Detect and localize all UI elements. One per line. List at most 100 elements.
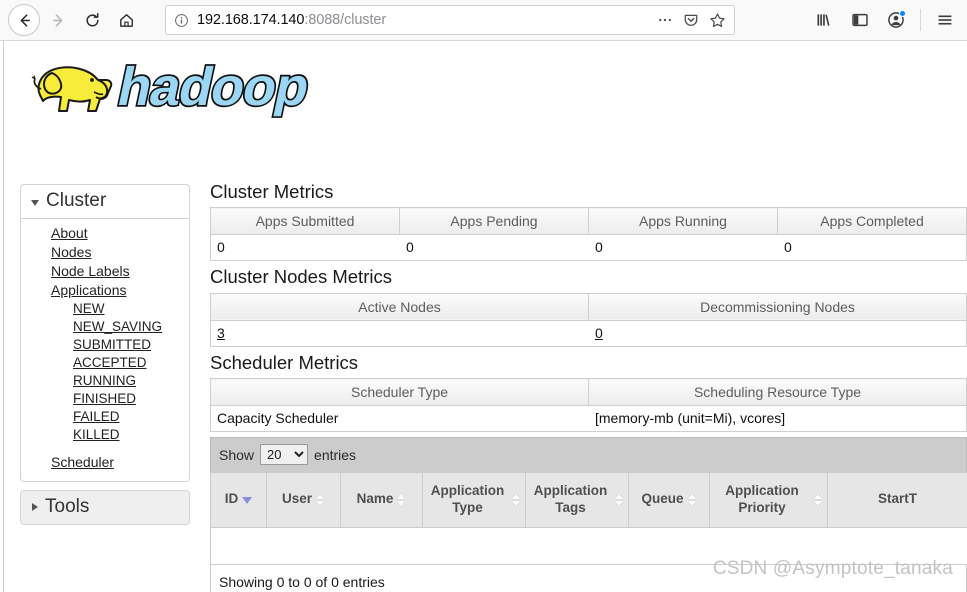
sidebar-item-finished[interactable]: FINISHED (21, 389, 189, 407)
link-active-nodes[interactable]: 3 (217, 325, 225, 341)
sidebar-panel-cluster: Cluster About Nodes Node Labels Applicat… (20, 184, 190, 482)
col-scheduler-type: Scheduler Type (210, 378, 589, 407)
forward-button[interactable] (42, 4, 74, 36)
value-scheduling-resource-type: [memory-mb (unit=Mi), vcores] (588, 405, 967, 433)
url-text[interactable]: 192.168.174.140:8088/cluster (197, 12, 651, 28)
site-info-icon[interactable] (174, 13, 189, 28)
applications-table-toolbar: Show 20406080100 entries (210, 437, 967, 473)
sidebar-item-new[interactable]: NEW (21, 299, 189, 317)
back-button[interactable] (8, 4, 40, 36)
sort-both-icon (397, 493, 406, 507)
sidebar-item-nodes[interactable]: Nodes (21, 242, 189, 261)
pocket-icon[interactable] (683, 12, 699, 28)
page-actions-icon[interactable] (657, 12, 673, 28)
col-id-label: ID (224, 491, 239, 507)
watermark: CSDN @Asymptote_tanaka (712, 558, 953, 579)
sidebar-item-scheduler[interactable]: Scheduler (21, 452, 189, 471)
toolbar-divider (920, 9, 921, 31)
cell-active-nodes: 3 (210, 320, 589, 347)
page-viewport: hadoop Cluster About Nodes Node Labels A… (0, 41, 967, 592)
col-apps-pending: Apps Pending (399, 207, 589, 236)
sidebar-toggle-icon[interactable] (844, 4, 876, 36)
col-queue[interactable]: Queue (628, 472, 710, 528)
browser-toolbar: 192.168.174.140:8088/cluster (0, 0, 967, 41)
col-start-time-label: StartT (877, 491, 917, 507)
sort-both-icon (512, 493, 521, 507)
sidebar-item-killed[interactable]: KILLED (21, 425, 189, 443)
cluster-nodes-metrics-title: Cluster Nodes Metrics (210, 266, 392, 288)
table-header-row: Active Nodes Decommissioning Nodes (210, 292, 967, 321)
col-decommissioning-nodes: Decommissioning Nodes (588, 292, 967, 321)
navigation-buttons (8, 4, 142, 36)
sidebar-item-running[interactable]: RUNNING (21, 371, 189, 389)
table-header-row: Scheduler Type Scheduling Resource Type (210, 378, 967, 407)
hadoop-wordmark: hadoop (111, 55, 316, 119)
sidebar-tools-header[interactable]: Tools (21, 491, 189, 524)
value-apps-submitted: 0 (210, 234, 400, 262)
sidebar-item-node-labels[interactable]: Node Labels (21, 261, 189, 280)
scheduler-metrics-title: Scheduler Metrics (210, 351, 359, 373)
back-arrow-icon (16, 12, 33, 29)
col-application-type-label: Application Type (430, 483, 505, 515)
sidebar-item-failed[interactable]: FAILED (21, 407, 189, 425)
bookmark-star-icon[interactable] (709, 12, 726, 29)
value-apps-pending: 0 (399, 234, 589, 262)
url-path: :8088/cluster (304, 12, 387, 28)
value-scheduler-type: Capacity Scheduler (210, 405, 589, 433)
scheduler-metrics-table: Scheduler Type Scheduling Resource Type … (210, 378, 967, 433)
cluster-metrics-title: Cluster Metrics (210, 181, 334, 202)
value-apps-completed: 0 (777, 234, 967, 262)
reload-button[interactable] (76, 4, 108, 36)
col-apps-completed: Apps Completed (777, 207, 967, 236)
table-header-row: Apps Submitted Apps Pending Apps Running… (210, 207, 967, 236)
address-bar-actions (657, 12, 726, 29)
col-queue-label: Queue (641, 491, 684, 507)
main-content: Cluster Metrics Apps Submitted Apps Pend… (210, 181, 967, 592)
reload-icon (84, 12, 101, 29)
sidebar-item-about[interactable]: About (21, 223, 189, 242)
library-icon[interactable] (808, 4, 840, 36)
app-menu-icon[interactable] (929, 4, 961, 36)
sidebar-cluster-body: About Nodes Node Labels Applications NEW… (21, 219, 189, 481)
sort-both-icon (688, 493, 697, 507)
hadoop-logo[interactable]: hadoop (22, 49, 322, 121)
table-row: Capacity Scheduler [memory-mb (unit=Mi),… (210, 405, 967, 433)
value-apps-running: 0 (588, 234, 778, 262)
sort-both-icon (316, 493, 325, 507)
col-application-priority[interactable]: Application Priority (709, 472, 828, 528)
sidebar-item-new-saving[interactable]: NEW_SAVING (21, 317, 189, 335)
cell-decommissioning-nodes: 0 (588, 320, 967, 347)
col-application-priority-label: Application Priority (725, 483, 799, 515)
sidebar-item-accepted[interactable]: ACCEPTED (21, 353, 189, 371)
col-start-time[interactable]: StartT (827, 472, 967, 528)
sidebar-item-submitted[interactable]: SUBMITTED (21, 335, 189, 353)
col-application-type[interactable]: Application Type (422, 472, 526, 528)
col-scheduling-resource-type: Scheduling Resource Type (588, 378, 967, 407)
entries-label: entries (314, 446, 357, 463)
table-row: 3 0 (210, 320, 967, 347)
sidebar-item-applications[interactable]: Applications (21, 280, 189, 299)
table-row: 0 0 0 0 (210, 234, 967, 262)
col-application-tags[interactable]: Application Tags (525, 472, 629, 528)
sidebar-cluster-header[interactable]: Cluster (21, 185, 189, 219)
col-name[interactable]: Name (340, 472, 423, 528)
chevron-right-icon (32, 503, 38, 511)
col-user[interactable]: User (266, 472, 341, 528)
chevron-down-icon (31, 199, 39, 206)
col-id[interactable]: ID (210, 472, 267, 528)
sidebar: Cluster About Nodes Node Labels Applicat… (20, 184, 190, 533)
home-button[interactable] (110, 4, 142, 36)
col-apps-running: Apps Running (588, 207, 778, 236)
link-decommissioning-nodes[interactable]: 0 (595, 325, 603, 341)
account-icon[interactable] (880, 4, 912, 36)
col-active-nodes: Active Nodes (210, 292, 589, 321)
sort-both-icon (615, 493, 624, 507)
svg-text:hadoop: hadoop (113, 57, 315, 117)
address-bar[interactable]: 192.168.174.140:8088/cluster (165, 5, 735, 35)
sidebar-cluster-title: Cluster (46, 190, 107, 211)
page-left-edge (0, 41, 4, 592)
page-length-select[interactable]: 20406080100 (260, 444, 309, 466)
url-host: 192.168.174.140 (197, 12, 305, 28)
col-name-label: Name (356, 491, 394, 507)
